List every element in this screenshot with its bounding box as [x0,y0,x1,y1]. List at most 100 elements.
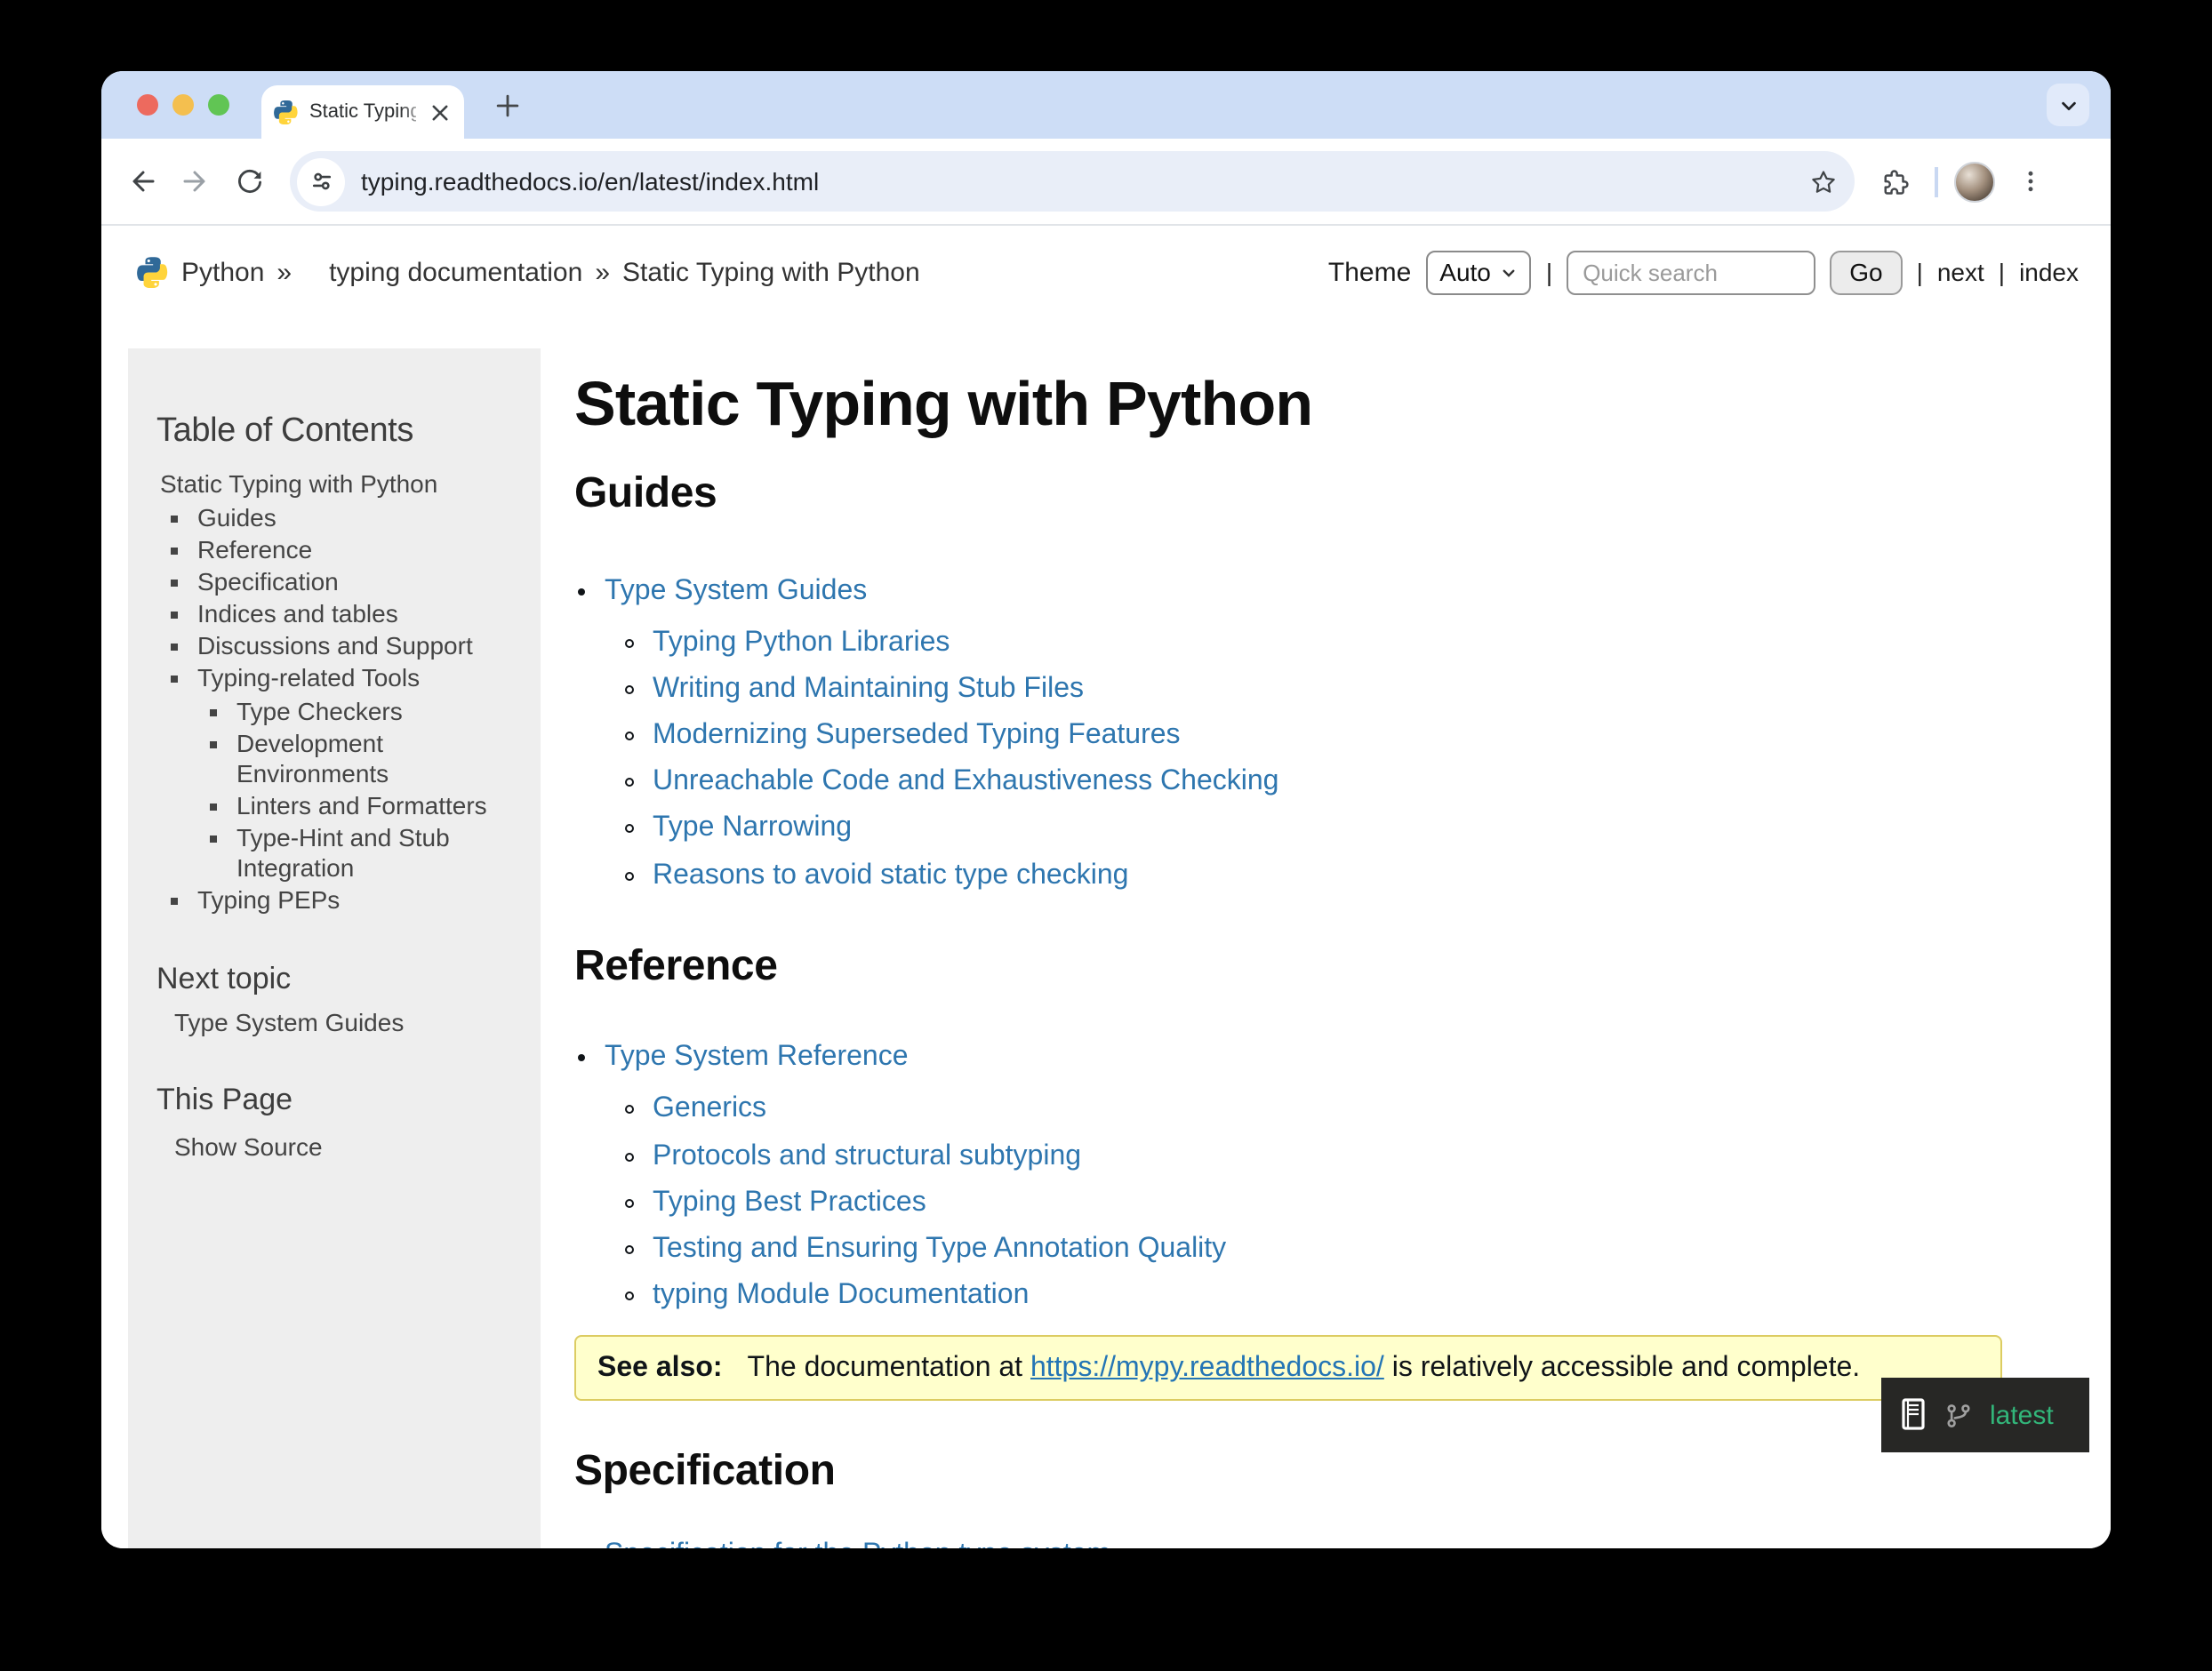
address-bar[interactable]: typing.readthedocs.io/en/latest/index.ht… [290,151,1855,212]
menu-kebab-icon[interactable] [2009,160,2052,203]
link-type-system-reference[interactable]: Type System Reference [605,1042,909,1072]
link-best-practices[interactable]: Typing Best Practices [653,1187,926,1217]
breadcrumb-separator: » [276,257,292,287]
toc-link-linters[interactable]: Linters and Formatters [236,791,487,820]
toc-link-tools[interactable]: Typing-related Tools [197,664,420,692]
breadcrumb-typing-docs-link[interactable]: typing documentation [329,257,582,287]
tab-search-chevron-icon[interactable] [2047,84,2089,126]
link-protocols[interactable]: Protocols and structural subtyping [653,1140,1081,1171]
window-controls [137,94,229,116]
toc-link-static-typing[interactable]: Static Typing with Python [160,469,437,498]
next-topic-title: Next topic [156,962,512,997]
tab-strip: Static Typing with Python — t [101,71,2111,139]
toc-item: Linters and Formatters [236,791,512,821]
breadcrumb-current-page: Static Typing with Python [622,257,920,287]
link-reasons-avoid[interactable]: Reasons to avoid static type checking [653,859,1128,890]
list-item: Protocols and structural subtyping [653,1139,2002,1172]
toc-link-type-checkers[interactable]: Type Checkers [236,696,403,724]
link-typing-python-libraries[interactable]: Typing Python Libraries [653,627,950,657]
list-item: Testing and Ensuring Type Annotation Qua… [653,1232,2002,1266]
show-source-link[interactable]: Show Source [174,1132,512,1161]
index-link[interactable]: index [2019,258,2079,286]
link-type-narrowing[interactable]: Type Narrowing [653,813,852,843]
list-item: Unreachable Code and Exhaustiveness Chec… [653,765,2002,799]
browser-toolbar: typing.readthedocs.io/en/latest/index.ht… [101,139,2111,226]
reference-heading: Reference [574,942,2002,993]
next-topic-link[interactable]: Type System Guides [174,1008,512,1036]
minimize-window-button[interactable] [172,94,194,116]
toc-item: Development Environments [236,728,512,788]
list-item: Modernizing Superseded Typing Features [653,718,2002,752]
toc-link-specification[interactable]: Specification [197,567,339,596]
this-page-title: This Page [156,1083,512,1118]
theme-select[interactable]: Auto [1425,250,1532,294]
browser-tab[interactable]: Static Typing with Python — t [261,85,464,139]
header-controls: Theme Auto | Go | next | index [1328,250,2079,294]
toc-item: Specification [197,567,512,597]
book-icon [1899,1397,1927,1433]
toc-link-reference[interactable]: Reference [197,535,312,564]
breadcrumb-separator: » [595,257,610,287]
separator-pipe: | [1999,258,2005,286]
link-modernizing-typing[interactable]: Modernizing Superseded Typing Features [653,720,1181,750]
close-window-button[interactable] [137,94,158,116]
quick-search-input[interactable] [1567,250,1815,294]
guides-heading: Guides [574,469,2002,520]
zoom-window-button[interactable] [208,94,229,116]
specification-link-list: Specification for the Python type system [574,1538,2002,1549]
seealso-text-after: is relatively accessible and complete. [1384,1354,1860,1384]
toc-title: Table of Contents [156,412,512,452]
link-spec-python-type-system[interactable]: Specification for the Python type system [605,1539,1110,1549]
site-settings-icon[interactable] [297,157,345,205]
new-tab-button[interactable] [485,84,528,126]
link-writing-stub-files[interactable]: Writing and Maintaining Stub Files [653,674,1084,704]
doc-header-bar: Python » typing documentation » Static T… [101,226,2111,311]
version-label: latest [1990,1400,2054,1430]
link-testing-quality[interactable]: Testing and Ensuring Type Annotation Qua… [653,1234,1226,1264]
link-unreachable-code[interactable]: Unreachable Code and Exhaustiveness Chec… [653,767,1278,797]
mypy-docs-link[interactable]: https://mypy.readthedocs.io/ [1030,1354,1384,1384]
table-of-contents: Static Typing with Python Guides Referen… [156,469,512,915]
theme-select-value: Auto [1439,258,1491,286]
document-body: Static Typing with Python Guides Type Sy… [574,370,2002,1548]
breadcrumb-python-link[interactable]: Python [181,257,264,287]
link-typing-module-docs[interactable]: typing Module Documentation [653,1280,1029,1310]
toc-item: Typing-related Tools Type Checkers Devel… [197,664,512,883]
seealso-label: See also: [597,1354,723,1384]
toc-item: Reference [197,535,512,565]
browser-window: Static Typing with Python — t [101,71,2111,1548]
list-item: Specification for the Python type system [605,1538,2002,1549]
go-button[interactable]: Go [1830,250,1902,294]
back-icon[interactable] [119,158,165,204]
toc-link-discussions[interactable]: Discussions and Support [197,632,473,660]
theme-label: Theme [1328,257,1411,287]
extensions-icon[interactable] [1872,158,1919,204]
toc-item: Type-Hint and Stub Integration [236,823,512,883]
list-item: Type System Reference Generics Protocols… [605,1040,2002,1312]
url-text: typing.readthedocs.io/en/latest/index.ht… [361,167,1801,196]
toc-link-guides[interactable]: Guides [197,503,276,532]
python-favicon-icon [274,100,299,124]
separator-pipe: | [1917,258,1923,286]
toc-item: Guides [197,503,512,533]
toc-link-dev-envs[interactable]: Development Environments [236,728,389,787]
tab-close-icon[interactable] [427,100,452,124]
reload-icon[interactable] [226,158,272,204]
toc-link-indices[interactable]: Indices and tables [197,600,398,628]
readthedocs-version-badge[interactable]: latest [1881,1378,2089,1452]
toolbar-divider [1935,166,1938,196]
profile-avatar[interactable] [1954,161,1995,202]
list-item: Typing Best Practices [653,1185,2002,1219]
bookmark-star-icon[interactable] [1801,160,1844,203]
toc-link-typehint-stub[interactable]: Type-Hint and Stub Integration [236,823,450,882]
link-generics[interactable]: Generics [653,1094,766,1124]
list-item: typing Module Documentation [653,1278,2002,1312]
toc-link-typing-peps[interactable]: Typing PEPs [197,885,340,914]
list-item: Type System Guides Typing Python Librari… [605,573,2002,892]
forward-icon[interactable] [172,158,219,204]
toc-item: Typing PEPs [197,885,512,915]
link-type-system-guides[interactable]: Type System Guides [605,575,867,605]
next-page-link[interactable]: next [1937,258,1984,286]
list-item: Type Narrowing [653,812,2002,845]
python-logo-icon [137,256,169,288]
